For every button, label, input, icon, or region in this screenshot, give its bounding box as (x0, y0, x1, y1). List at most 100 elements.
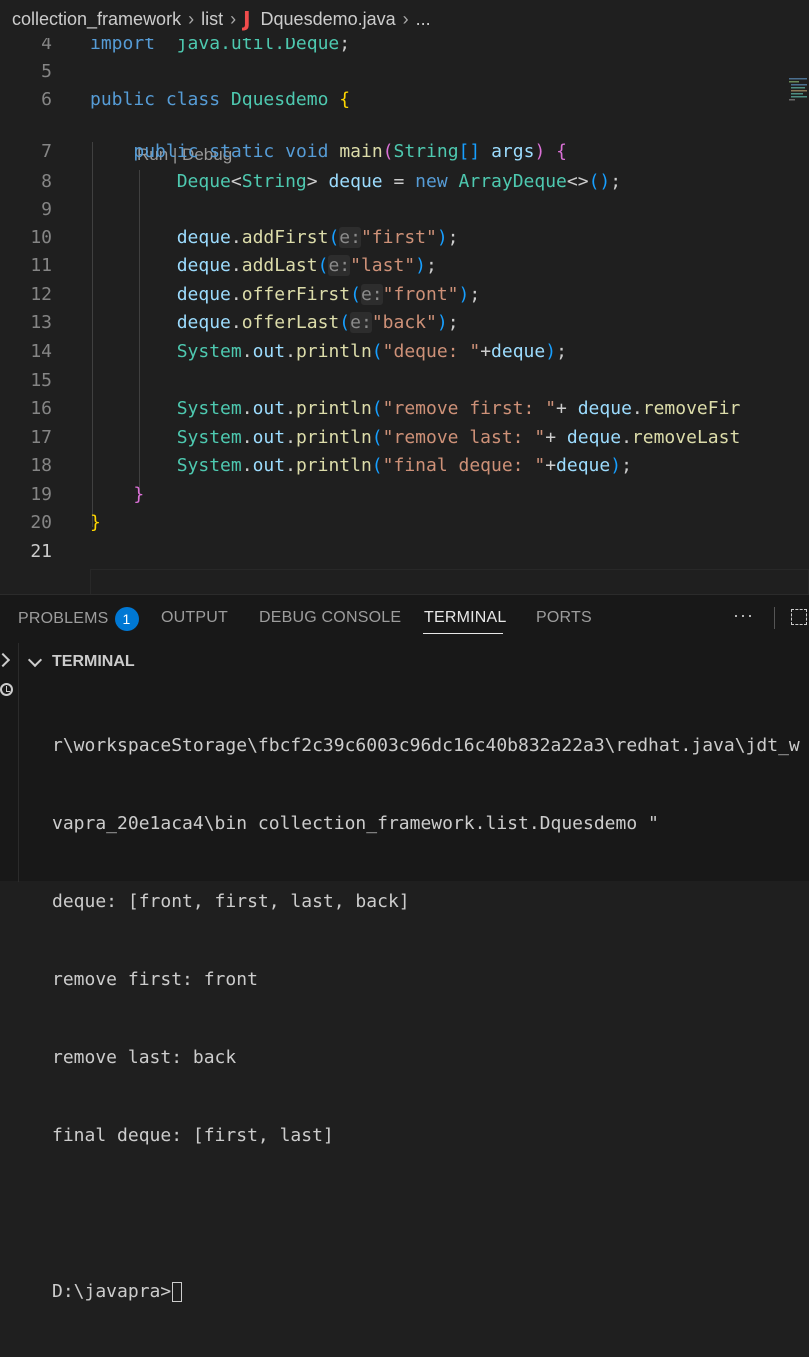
code-line[interactable]: 6 public class Dquesdemo { (0, 86, 809, 114)
code-line[interactable]: 5 (0, 58, 809, 86)
terminal-prompt: D:\javapra> (52, 1281, 172, 1302)
code-line[interactable]: 8 Deque<String> deque = new ArrayDeque<>… (0, 168, 809, 196)
code-token: <> (566, 171, 589, 192)
history-icon[interactable] (0, 683, 13, 696)
terminal-line: remove last: back (52, 1047, 237, 1068)
terminal-prompt-line[interactable]: D:\javapra> (52, 1279, 809, 1305)
breadcrumb-item-file[interactable]: Dquesdemo.java (261, 9, 396, 30)
line-code: } (90, 509, 101, 537)
code-token: ; (621, 455, 632, 476)
line-code: public class Dquesdemo { (90, 86, 350, 114)
code-token: "first" (360, 227, 437, 248)
maximize-panel-icon[interactable] (791, 609, 807, 625)
code-line[interactable]: 17 System.out.println("remove last: "+ d… (0, 424, 809, 452)
line-code: System.out.println("deque: "+deque); (90, 338, 567, 366)
line-number: 8 (41, 171, 52, 192)
code-token: ArrayDeque (458, 171, 567, 192)
code-token: out (252, 455, 286, 476)
code-line[interactable]: 12 deque.offerFirst(e:"front"); (0, 281, 809, 309)
line-number: 16 (30, 398, 52, 419)
code-token: "front" (382, 284, 459, 305)
tab-output-label: OUTPUT (161, 609, 228, 626)
code-token: { (339, 89, 351, 110)
code-token: out (252, 341, 286, 362)
parameter-hint: e: (350, 312, 372, 333)
line-code: public static void main(String[] args) { (90, 138, 567, 166)
parameter-hint: e: (328, 255, 351, 276)
code-token: System (176, 427, 242, 448)
tab-output[interactable]: OUTPUT (161, 609, 228, 627)
code-token: static (209, 141, 275, 162)
code-token: println (295, 455, 372, 476)
code-token: void (285, 141, 329, 162)
line-code: deque.addLast(e:"last"); (90, 252, 437, 280)
more-actions-icon[interactable]: ··· (733, 605, 754, 626)
line-code: deque.offerFirst(e:"front"); (90, 281, 480, 309)
code-token: ) (436, 312, 448, 333)
code-token: System (176, 341, 242, 362)
breadcrumb-item-package[interactable]: list (201, 9, 223, 30)
chevron-down-icon[interactable] (27, 652, 43, 668)
terminal-cursor (172, 1282, 183, 1302)
breadcrumb-item-symbol[interactable]: ... (416, 9, 431, 30)
code-line[interactable]: 11 deque.addLast(e:"last"); (0, 252, 809, 280)
code-token: . (241, 455, 253, 476)
line-number: 11 (30, 255, 52, 276)
code-token: addLast (241, 255, 318, 276)
code-line[interactable]: 10 deque.addFirst(e:"first"); (0, 224, 809, 252)
tab-terminal-label: TERMINAL (424, 609, 507, 626)
parameter-hint: e: (339, 227, 361, 248)
code-token: ) (458, 284, 470, 305)
tab-ports[interactable]: PORTS (536, 609, 592, 627)
code-line[interactable]: 20} (0, 509, 809, 537)
code-token: + (545, 427, 567, 448)
code-line[interactable]: 21 (0, 538, 809, 566)
tab-problems[interactable]: PROBLEMS 1 (18, 607, 139, 631)
code-token: ) (545, 341, 557, 362)
code-line[interactable]: 19 } (0, 481, 809, 509)
code-line[interactable]: 14 System.out.println("deque: "+deque); (0, 338, 809, 366)
tab-ports-label: PORTS (536, 609, 592, 626)
terminal-section-title[interactable]: TERMINAL (52, 653, 135, 671)
tab-debug-console[interactable]: DEBUG CONSOLE (259, 609, 401, 627)
terminal-output[interactable]: r\workspaceStorage\fbcf2c39c6003c96dc16c… (52, 681, 809, 1357)
code-line[interactable]: 9 (0, 196, 809, 224)
tab-problems-label: PROBLEMS (18, 610, 109, 628)
code-token: removeLast (631, 427, 741, 448)
code-token: ( (317, 255, 329, 276)
code-token: offerLast (241, 312, 340, 333)
tab-terminal[interactable]: TERMINAL (424, 609, 507, 627)
terminal-line: final deque: [first, last] (52, 1125, 334, 1146)
code-token: < (230, 171, 242, 192)
chevron-right-icon[interactable] (0, 652, 11, 668)
panel-tabs: PROBLEMS 1 OUTPUT DEBUG CONSOLE TERMINAL … (0, 595, 809, 643)
code-editor[interactable]: Run | Debug 4 import java.util.Deque; 56p… (0, 30, 809, 594)
line-number: 18 (30, 455, 52, 476)
code-line[interactable]: 13 deque.offerLast(e:"back"); (0, 309, 809, 337)
code-token: deque (328, 171, 383, 192)
code-token: "deque: " (382, 341, 481, 362)
code-token: . (285, 341, 296, 362)
line-number: 5 (41, 61, 52, 82)
code-token: } (90, 512, 101, 533)
code-line[interactable]: 18 System.out.println("final deque: "+de… (0, 452, 809, 480)
code-line[interactable]: 15 (0, 367, 809, 395)
line-code: } (90, 481, 144, 509)
code-token: [] (458, 141, 481, 162)
code-token: deque (566, 427, 622, 448)
code-token: ( (339, 312, 351, 333)
breadcrumb-item-folder[interactable]: collection_framework (12, 9, 181, 30)
code-line[interactable]: 7 public static void main(String[] args)… (0, 138, 809, 166)
code-line[interactable]: 16 System.out.println("remove first: "+ … (0, 395, 809, 423)
code-token: "final deque: " (382, 455, 546, 476)
active-tab-indicator (423, 633, 503, 634)
